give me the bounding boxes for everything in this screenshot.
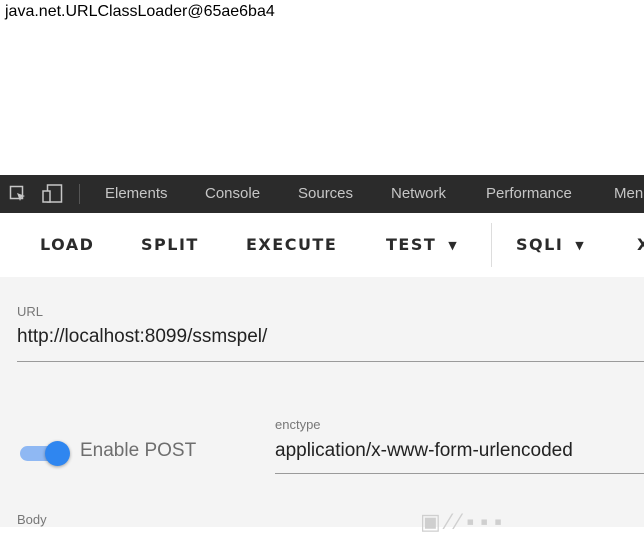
execute-button-label: EXECUTE [246,235,338,254]
tab-console[interactable]: Console [205,175,260,213]
xss-button-label: X [637,235,644,254]
sqli-dropdown-button[interactable]: SQLI ▼ [516,213,585,277]
chevron-down-icon: ▼ [448,239,459,252]
url-input[interactable]: http://localhost:8099/ssmspel/ [17,326,267,348]
page-output-text: java.net.URLClassLoader@65ae6ba4 [5,3,275,20]
inspect-element-icon[interactable] [6,175,30,213]
devtools-separator [79,184,80,204]
hackbar-form: URL http://localhost:8099/ssmspel/ Enabl… [0,277,644,534]
tab-sources[interactable]: Sources [298,175,353,213]
test-dropdown-button[interactable]: TEST ▼ [386,213,458,277]
toggle-thumb [45,441,70,466]
load-button-label: LOAD [40,235,95,254]
split-button-label: SPLIT [141,235,199,254]
xss-dropdown-button[interactable]: X [637,213,644,277]
tab-network[interactable]: Network [391,175,446,213]
enctype-select[interactable]: application/x-www-form-urlencoded [275,440,573,462]
url-label: URL [17,304,44,319]
tab-memory[interactable]: Men [614,175,643,213]
split-button[interactable]: SPLIT [141,213,199,277]
toolbar-divider [491,223,492,267]
body-label: Body [17,512,47,527]
test-button-label: TEST [386,235,437,254]
device-toolbar-icon[interactable] [40,175,66,213]
hackbar-toolbar: LOAD SPLIT EXECUTE TEST ▼ SQLI ▼ X [0,213,644,277]
tab-elements[interactable]: Elements [105,175,168,213]
enable-post-toggle[interactable] [18,440,72,466]
load-button[interactable]: LOAD [40,213,94,277]
sqli-button-label: SQLI [516,235,564,254]
url-input-underline [17,361,644,362]
enctype-underline [275,473,644,474]
devtools-tab-bar: Elements Console Sources Network Perform… [0,175,644,213]
chevron-down-icon: ▼ [575,239,586,252]
enable-post-label: Enable POST [80,440,197,461]
execute-button[interactable]: EXECUTE [246,213,337,277]
enctype-label: enctype [275,417,321,432]
tab-performance[interactable]: Performance [486,175,572,213]
watermark-logo: ▣ ⁄ ⁄ ▪ ▪ ▪ [420,509,503,534]
